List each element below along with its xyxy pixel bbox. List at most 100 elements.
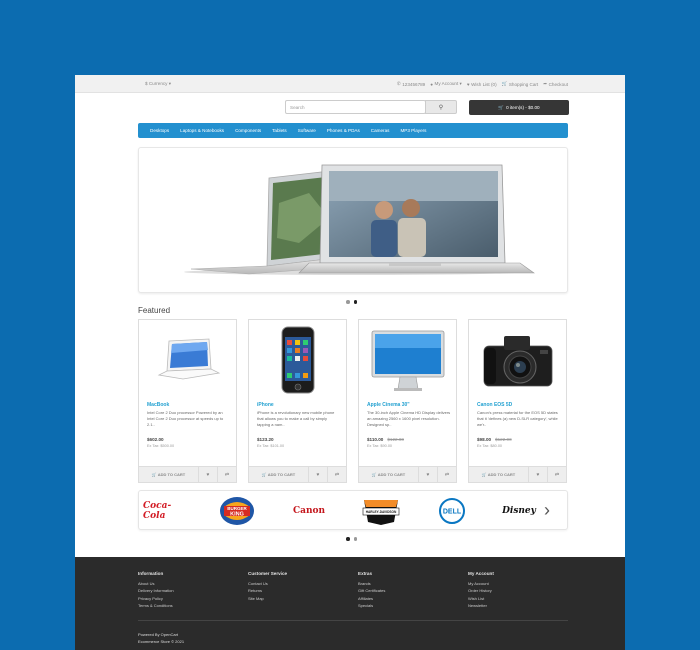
- footer-link[interactable]: Site Map: [248, 595, 287, 602]
- product-image-macbook[interactable]: [139, 320, 236, 400]
- compare-button[interactable]: ⇄: [218, 467, 236, 482]
- product-name-link[interactable]: Apple Cinema 30": [367, 402, 410, 408]
- product-price: $602.00: [147, 437, 168, 442]
- menu-item-laptops[interactable]: Laptops & Notebooks: [180, 128, 224, 133]
- cart-icon: 🛒: [371, 472, 377, 477]
- checkout-link[interactable]: ➦ Checkout: [543, 81, 568, 87]
- footer-link[interactable]: Wish List: [468, 595, 494, 602]
- macbook-image: [157, 338, 220, 380]
- product-actions: 🛒 ADD TO CART ♥ ⇄: [359, 466, 456, 482]
- add-to-cart-button[interactable]: 🛒 ADD TO CART: [139, 467, 199, 482]
- product-tax: Ex Tax: $101.00: [257, 444, 285, 448]
- footer-link[interactable]: Delivery Information: [138, 587, 174, 594]
- product-name-link[interactable]: iPhone: [257, 402, 274, 408]
- product-price: $110.00 $122.00: [367, 437, 404, 442]
- menu-item-phones[interactable]: Phones & PDAs: [327, 128, 360, 133]
- footer-link[interactable]: Affiliates: [358, 595, 385, 602]
- footer-link[interactable]: My Account: [468, 580, 494, 587]
- footer-heading: Customer Service: [248, 571, 288, 576]
- price-new: $98.00: [477, 437, 492, 442]
- iphone-image: [281, 326, 314, 394]
- footer-link[interactable]: Contact Us: [248, 580, 287, 587]
- phone-link[interactable]: ✆ 123456789: [397, 81, 425, 87]
- product-price: $123.20: [257, 437, 278, 442]
- product-tax: Ex Tax: $80.00: [477, 444, 503, 448]
- footer-credits: Powered By OpenCart Ecommerce Store © 20…: [138, 631, 184, 645]
- product-actions: 🛒 ADD TO CART ♥ ⇄: [139, 466, 236, 482]
- price-new: $123.20: [257, 437, 274, 442]
- brand-logo-canon[interactable]: Canon: [284, 496, 334, 526]
- canon-logo-text: Canon: [292, 506, 326, 516]
- search-button[interactable]: ⚲: [425, 100, 457, 114]
- product-card: MacBook Intel Core 2 Duo processor Power…: [138, 319, 237, 483]
- shopping-cart-link[interactable]: 🛒 Shopping Cart: [502, 81, 539, 87]
- wishlist-link[interactable]: ♥ Wish List (0): [467, 81, 497, 87]
- wishlist-button[interactable]: ♥: [309, 467, 328, 482]
- currency-dropdown[interactable]: $ Currency ▾: [145, 81, 171, 87]
- product-name-link[interactable]: MacBook: [147, 402, 169, 408]
- my-account-label: My Account ▾: [434, 81, 462, 86]
- product-image-iphone[interactable]: [249, 320, 346, 400]
- coca-cola-logo-text: Coca-Cola: [143, 501, 172, 521]
- add-to-cart-button[interactable]: 🛒 ADD TO CART: [359, 467, 419, 482]
- menu-item-cameras[interactable]: Cameras: [371, 128, 390, 133]
- menu-item-mp3[interactable]: MP3 Players: [400, 128, 426, 133]
- cart-icon: 🛒: [151, 472, 157, 477]
- store-page: $ Currency ▾ ✆ 123456789 ● My Account ▾ ♥ W…: [75, 75, 625, 650]
- product-image-canon[interactable]: [469, 320, 566, 400]
- search-input[interactable]: Search: [285, 100, 426, 114]
- chevron-right-icon: ›: [544, 500, 550, 520]
- wishlist-button[interactable]: ♥: [199, 467, 218, 482]
- slide-dot-active[interactable]: [353, 300, 357, 304]
- product-card: Canon EOS 5D Canon's press material for …: [468, 319, 567, 483]
- menu-item-desktops[interactable]: Desktops: [150, 128, 169, 133]
- site-footer: Information About Us Delivery Informatio…: [75, 557, 625, 650]
- footer-link[interactable]: About Us: [138, 580, 174, 587]
- footer-link[interactable]: Terms & Conditions: [138, 602, 174, 609]
- powered-by-link[interactable]: Powered By OpenCart: [138, 631, 184, 638]
- carousel-dot-active[interactable]: [346, 537, 350, 541]
- harley-text: HARLEY-DAVIDSON: [366, 510, 397, 514]
- carousel-dot[interactable]: [353, 537, 357, 541]
- compare-button[interactable]: ⇄: [548, 467, 566, 482]
- add-to-cart-button[interactable]: 🛒 ADD TO CART: [249, 467, 309, 482]
- brand-logo-dell[interactable]: DELL: [437, 496, 467, 526]
- product-card: iPhone iPhone is a revolutionary new mob…: [248, 319, 347, 483]
- wishlist-button[interactable]: ♥: [419, 467, 438, 482]
- footer-link[interactable]: Returns: [248, 587, 287, 594]
- carousel-next-button[interactable]: ›: [544, 500, 550, 521]
- slideshow-banner[interactable]: [138, 147, 568, 293]
- dell-logo: DELL: [439, 498, 465, 524]
- product-name-link[interactable]: Canon EOS 5D: [477, 402, 512, 408]
- footer-link[interactable]: Privacy Policy: [138, 595, 174, 602]
- brand-logo-burger-king[interactable]: BURGER KING: [217, 496, 257, 526]
- compare-button[interactable]: ⇄: [438, 467, 456, 482]
- burger-king-top-text: BURGER: [227, 506, 247, 511]
- disney-logo-text: Disney: [502, 506, 536, 516]
- footer-heading: Extras: [358, 571, 373, 576]
- menu-item-components[interactable]: Components: [235, 128, 261, 133]
- brand-carousel: Coca-Cola BURGER KING Canon HARLEY-DAVID…: [138, 490, 568, 530]
- phone-icon: ✆: [396, 81, 401, 86]
- product-image-cinema[interactable]: [359, 320, 456, 400]
- brand-logo-coca-cola[interactable]: Coca-Cola: [143, 496, 193, 526]
- slide-dot[interactable]: [346, 300, 350, 304]
- footer-column-my-account: My Account My Account Order History Wish…: [468, 571, 494, 610]
- brand-logo-harley-davidson[interactable]: HARLEY-DAVIDSON: [359, 496, 403, 526]
- cart-button[interactable]: 🛒 0 item(s) - $0.00: [469, 100, 569, 115]
- menu-item-software[interactable]: Software: [298, 128, 316, 133]
- footer-link[interactable]: Gift Certificates: [358, 587, 385, 594]
- footer-link[interactable]: Newsletter: [468, 602, 494, 609]
- cart-icon: 🛒: [501, 81, 508, 86]
- brand-logo-disney[interactable]: Disney: [497, 496, 541, 526]
- my-account-dropdown[interactable]: ● My Account ▾: [430, 81, 462, 87]
- footer-link[interactable]: Order History: [468, 587, 494, 594]
- footer-link[interactable]: Brands: [358, 580, 385, 587]
- exchange-icon: ⇄: [334, 471, 340, 478]
- add-to-cart-button[interactable]: 🛒 ADD TO CART: [469, 467, 529, 482]
- compare-button[interactable]: ⇄: [328, 467, 346, 482]
- menu-item-tablets[interactable]: Tablets: [272, 128, 287, 133]
- footer-link[interactable]: Specials: [358, 602, 385, 609]
- wishlist-button[interactable]: ♥: [529, 467, 548, 482]
- product-description: The 30-inch Apple Cinema HD Display deli…: [367, 410, 451, 427]
